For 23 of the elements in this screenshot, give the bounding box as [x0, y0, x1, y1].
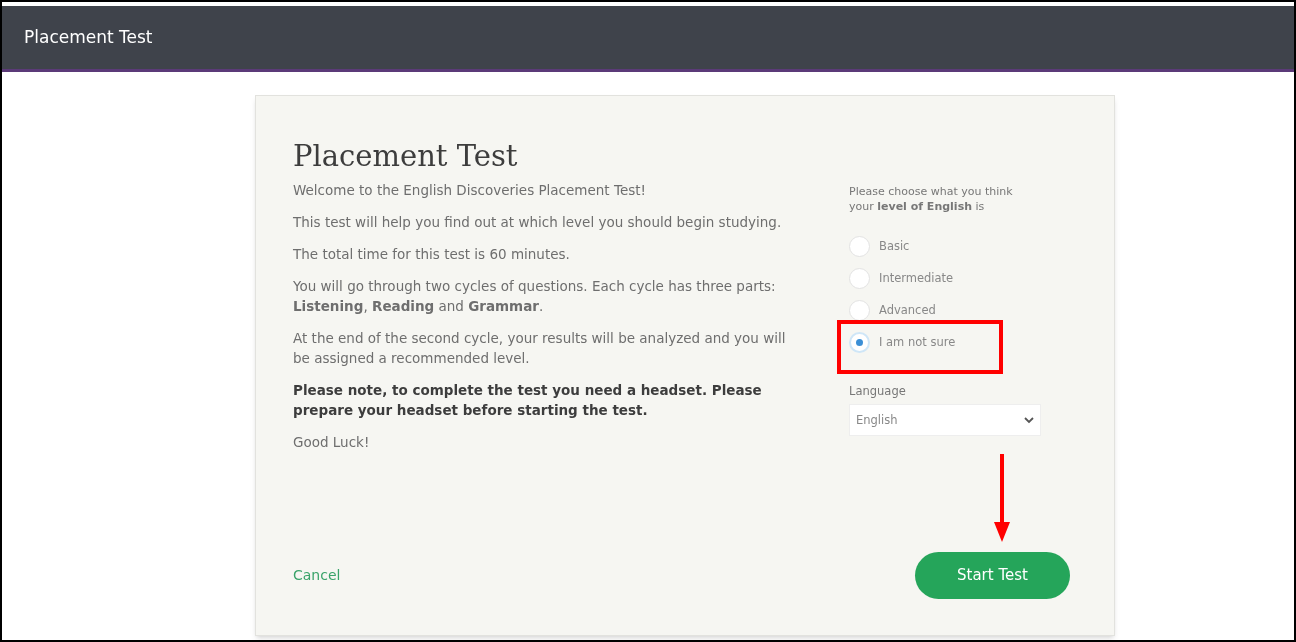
radio-button[interactable] — [849, 236, 870, 257]
radio-button[interactable] — [849, 300, 870, 321]
cancel-link[interactable]: Cancel — [293, 567, 341, 583]
paragraph: This test will help you find out at which level you should begin studying. — [293, 213, 783, 232]
header-title: Placement Test — [24, 25, 153, 49]
paragraph: Welcome to the English Discoveries Placement Test! — [293, 181, 647, 200]
note-paragraph: Please note, to complete the test you need a headset. Please prepare your headset before starting the test. — [293, 381, 763, 420]
radio-button[interactable] — [849, 332, 870, 353]
level-option[interactable]: Basic — [849, 236, 1049, 257]
page-heading: Placement Test — [293, 138, 519, 174]
level-option[interactable]: Intermediate — [849, 268, 1049, 289]
radio-button[interactable] — [849, 268, 870, 289]
paragraph: Good Luck! — [293, 433, 371, 452]
paragraph: The total time for this test is 60 minutes. — [293, 245, 571, 264]
language-select[interactable]: English — [849, 404, 1041, 437]
level-option[interactable]: Advanced — [849, 300, 1049, 321]
level-option[interactable]: I am not sure — [849, 332, 1049, 353]
level-prompt: Please choose what you think your level of English is — [849, 184, 1014, 214]
language-label: Language — [849, 383, 907, 400]
chevron-down-icon — [1024, 416, 1034, 424]
paragraph: At the end of the second cycle, your results will be analyzed and you will be assigned a recommended level. — [293, 329, 787, 368]
start-test-button[interactable]: Start Test — [915, 552, 1070, 599]
paragraph: You will go through two cycles of questions. Each cycle has three parts: Listening, Reading and Grammar. — [293, 277, 777, 316]
